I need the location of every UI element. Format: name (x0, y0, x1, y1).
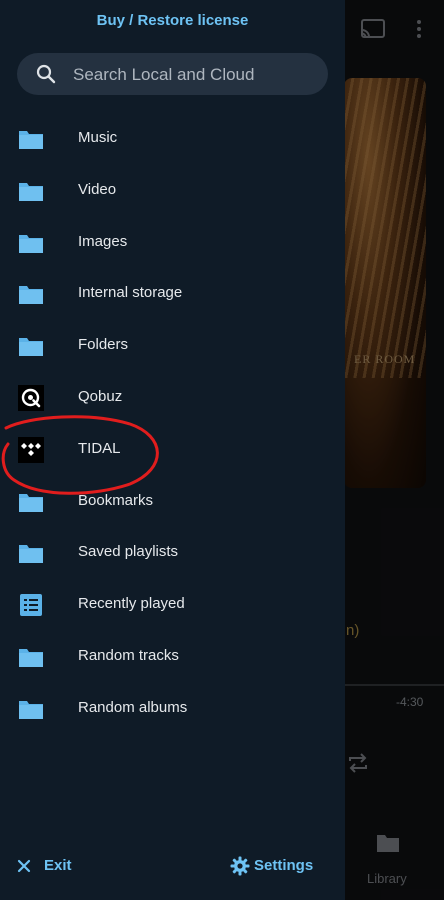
navigation-drawer: Buy / Restore license Search Local and C… (0, 0, 345, 900)
drawer-item-random-tracks[interactable]: Random tracks (0, 631, 345, 683)
drawer-item-label: Qobuz (78, 388, 123, 405)
drawer-item-random-albums[interactable]: Random albums (0, 683, 345, 735)
drawer-item-label: Random albums (78, 698, 188, 716)
close-icon (17, 859, 31, 873)
folder-icon (18, 281, 44, 307)
drawer-item-tidal[interactable]: TIDAL (0, 424, 345, 476)
exit-label: Exit (44, 857, 72, 874)
folder-icon (18, 126, 44, 152)
buy-restore-license-link[interactable]: Buy / Restore license (0, 12, 345, 29)
drawer-item-video[interactable]: Video (0, 165, 345, 217)
folder-icon (18, 489, 44, 515)
drawer-item-label: Folders (78, 336, 129, 354)
drawer-item-music[interactable]: Music (0, 113, 345, 165)
drawer-item-label: Saved playlists (78, 543, 179, 561)
drawer-item-label: Recently played (78, 595, 185, 613)
folder-icon (18, 230, 44, 256)
search-input[interactable]: Search Local and Cloud (17, 53, 328, 95)
settings-button[interactable]: Settings (230, 853, 330, 879)
drawer-item-bookmarks[interactable]: Bookmarks (0, 476, 345, 528)
tidal-icon (18, 436, 44, 463)
folder-icon (18, 644, 44, 670)
drawer-item-saved-playlists[interactable]: Saved playlists (0, 527, 345, 579)
drawer-item-label: Music (78, 129, 118, 146)
folder-icon (18, 333, 44, 359)
folder-icon (18, 696, 44, 722)
settings-label: Settings (254, 857, 314, 874)
drawer-item-qobuz[interactable]: Qobuz (0, 372, 345, 424)
drawer-item-label: Images (78, 232, 128, 250)
folder-icon (18, 540, 44, 566)
drawer-item-recently-played[interactable]: Recently played (0, 579, 345, 631)
search-icon (36, 64, 56, 84)
list-icon (18, 592, 44, 618)
drawer-item-folders[interactable]: Folders (0, 320, 345, 372)
drawer-item-label: TIDAL (78, 439, 121, 457)
drawer-item-internal-storage[interactable]: Internal storage (0, 268, 345, 320)
drawer-item-images[interactable]: Images (0, 217, 345, 269)
gear-icon (230, 856, 250, 876)
drawer-item-label: Video (78, 180, 117, 198)
search-placeholder: Search Local and Cloud (73, 65, 255, 84)
drawer-item-label: Bookmarks (78, 491, 154, 509)
drawer-item-label: Random tracks (78, 647, 179, 664)
drawer-item-label: Internal storage (78, 284, 183, 302)
folder-icon (18, 178, 44, 204)
qobuz-icon (18, 385, 44, 411)
